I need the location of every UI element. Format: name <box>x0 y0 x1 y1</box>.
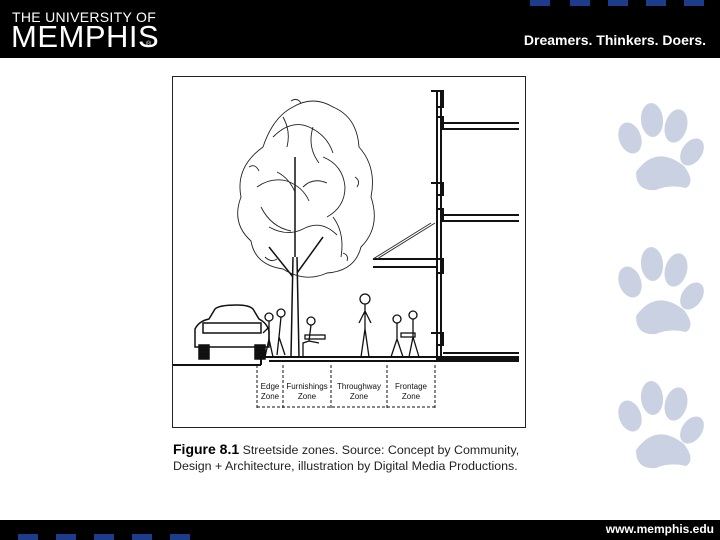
paw-decoration <box>618 103 704 469</box>
awning <box>372 222 436 260</box>
footer-url: www.memphis.edu <box>605 522 714 536</box>
tree <box>268 157 324 358</box>
zone-label-line2: Zone <box>402 392 421 401</box>
figure-caption: Figure 8.1 Streetside zones. Source: Con… <box>173 441 533 474</box>
logo-main-text: MEMPHIS <box>11 19 160 54</box>
paw-icon <box>618 103 704 191</box>
zone-label-line2: Zone <box>350 392 369 401</box>
zone-label-line1: Frontage <box>395 382 428 391</box>
header-accent-square <box>570 0 590 6</box>
footer-accent-square <box>170 534 190 540</box>
zone-label-line1: Throughway <box>337 382 381 391</box>
header-bar: THE UNIVERSITY OF MEMPHIS ® Dreamers. Th… <box>0 0 720 58</box>
zone-label-line2: Zone <box>261 392 280 401</box>
zone-label-line1: Edge <box>261 382 280 391</box>
footer-accent-square <box>56 534 76 540</box>
footer-accent-square <box>18 534 38 540</box>
header-accent-square <box>530 0 550 6</box>
pedestrians <box>262 293 420 358</box>
figure-label: Figure 8.1 <box>173 441 240 457</box>
zone-label-line2: Zone <box>298 392 317 401</box>
paw-icon <box>618 247 704 335</box>
header-accent-square <box>646 0 666 6</box>
streetside-illustration: Edge Zone Furnishings Zone Throughway Zo… <box>173 90 519 409</box>
footer-accent-square <box>132 534 152 540</box>
streetside-zones-figure: Edge Zone Furnishings Zone Throughway Zo… <box>172 76 526 428</box>
car <box>194 304 270 360</box>
header-accent-square <box>684 0 704 6</box>
tagline: Dreamers. Thinkers. Doers. <box>523 32 706 48</box>
building-section <box>373 90 519 362</box>
zone-labels: Edge Zone Furnishings Zone Throughway Zo… <box>261 382 428 401</box>
paw-icon <box>618 381 704 469</box>
footer-accent-square <box>94 534 114 540</box>
tree-canopy <box>237 98 375 278</box>
logo-trademark: ® <box>146 41 152 48</box>
header-accent-square <box>608 0 628 6</box>
zone-label-line1: Furnishings <box>286 382 327 391</box>
